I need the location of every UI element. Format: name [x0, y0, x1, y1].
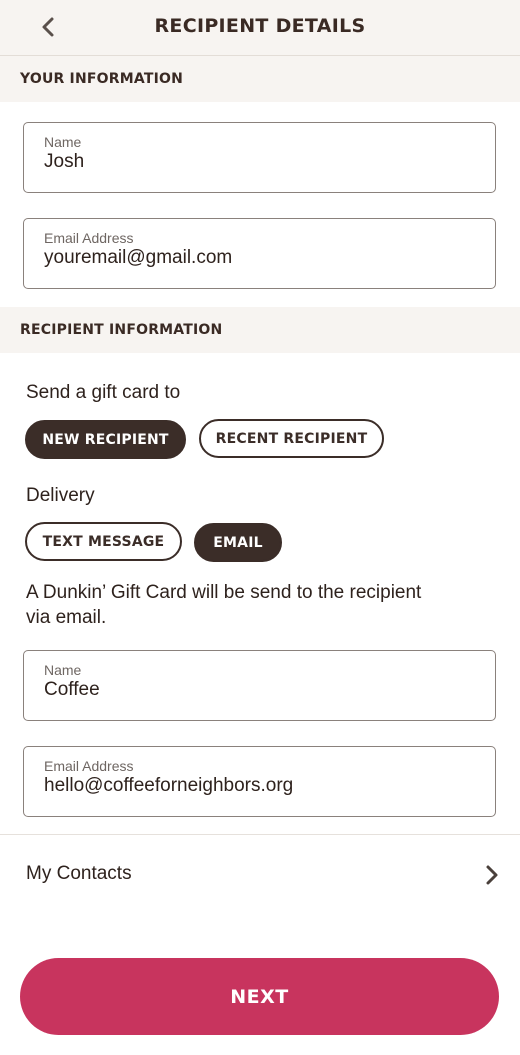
your-name-label: Name [44, 134, 82, 150]
my-contacts-label: My Contacts [26, 863, 132, 884]
recipient-information-title: RECIPIENT INFORMATION [20, 322, 223, 338]
your-email-label: Email Address [44, 230, 134, 246]
your-email-value[interactable]: youremail@gmail.com [44, 247, 232, 269]
email-delivery-button[interactable]: EMAIL [194, 523, 282, 562]
your-email-field[interactable]: Email Address youremail@gmail.com [23, 218, 496, 289]
recipient-email-field[interactable]: Email Address hello@coffeeforneighbors.o… [23, 746, 496, 817]
delivery-info-line-1: A Dunkin’ Gift Card will be send to the … [26, 582, 422, 603]
recipient-email-value[interactable]: hello@coffeeforneighbors.org [44, 775, 293, 797]
your-information-section-header: YOUR INFORMATION [0, 56, 520, 102]
my-contacts-row[interactable]: My Contacts [0, 835, 520, 915]
page-title: RECIPIENT DETAILS [154, 15, 366, 37]
recipient-information-section-header: RECIPIENT INFORMATION [0, 307, 520, 353]
text-message-button[interactable]: TEXT MESSAGE [25, 522, 182, 561]
recent-recipient-button[interactable]: RECENT RECIPIENT [199, 419, 384, 458]
delivery-info-line-2: via email. [26, 607, 107, 628]
recipient-name-field[interactable]: Name Coffee [23, 650, 496, 721]
next-button[interactable]: NEXT [20, 958, 499, 1035]
recipient-email-label: Email Address [44, 758, 134, 774]
your-name-field[interactable]: Name Josh [23, 122, 496, 193]
top-bar: RECIPIENT DETAILS [0, 0, 520, 56]
delivery-label: Delivery [26, 485, 95, 506]
your-information-title: YOUR INFORMATION [20, 71, 183, 87]
recipient-name-value[interactable]: Coffee [44, 679, 100, 701]
your-name-value[interactable]: Josh [44, 151, 84, 173]
recipient-name-label: Name [44, 662, 82, 678]
new-recipient-button[interactable]: NEW RECIPIENT [25, 420, 186, 459]
chevron-right-icon [486, 865, 498, 885]
send-gift-card-label: Send a gift card to [26, 382, 181, 403]
